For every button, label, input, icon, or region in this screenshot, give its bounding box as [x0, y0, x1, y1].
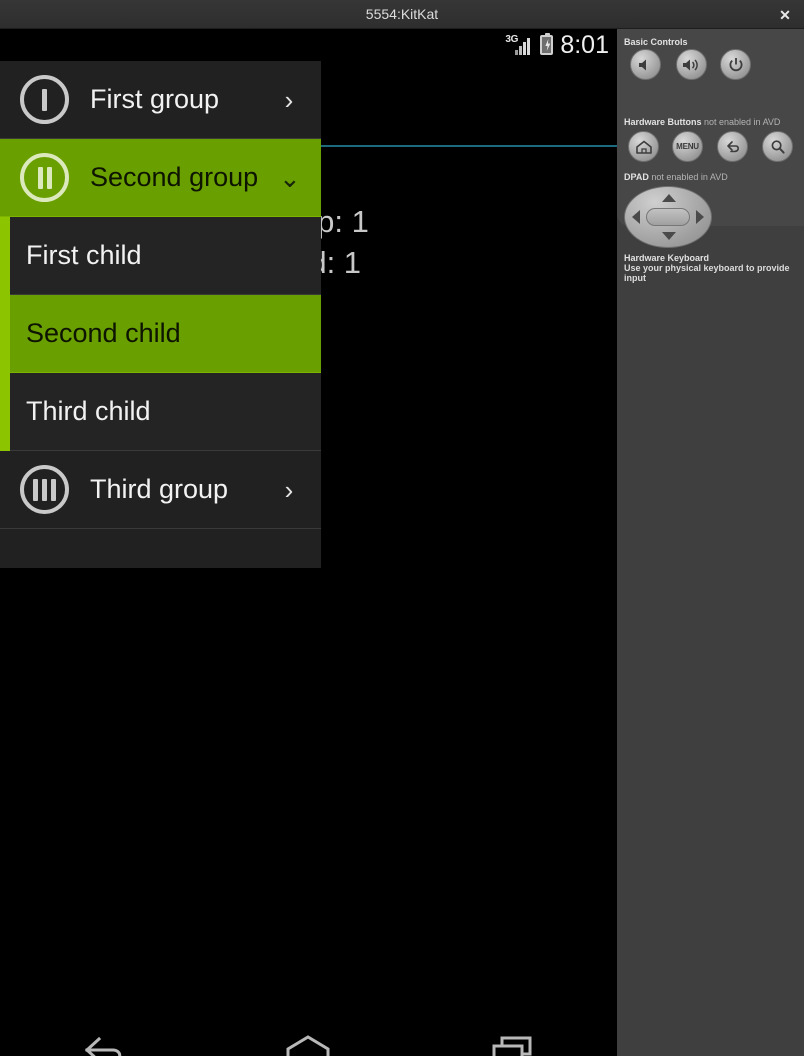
drawer-child-second[interactable]: Second child	[0, 294, 321, 373]
dpad-left-icon[interactable]	[632, 210, 640, 224]
power-icon	[729, 57, 742, 71]
drawer-group-label: Second group	[90, 162, 259, 192]
drawer-child-label: Second child	[26, 318, 181, 348]
battery-charging-icon	[540, 33, 554, 55]
drawer-group-first[interactable]: First group ›	[0, 61, 321, 139]
dpad-select-button[interactable]	[646, 208, 690, 226]
nav-home-button[interactable]	[258, 1021, 358, 1056]
device-screen: 3G 8:01 ‹ Group: 1 Child: 1	[0, 29, 617, 1056]
hw-home-button[interactable]	[628, 131, 659, 162]
panel-section-dpad: DPAD not enabled in AVD	[624, 172, 728, 182]
signal-icon: 3G	[505, 34, 533, 56]
menu-button-label: MENU	[676, 142, 699, 151]
chevron-right-icon: ›	[284, 84, 294, 115]
status-bar: 3G 8:01	[0, 29, 617, 61]
emulator-control-panel: Basic Controls Hardware Buttons not enab…	[617, 29, 804, 1056]
chevron-down-icon: ⌄	[279, 162, 301, 193]
volume-up-icon	[682, 58, 698, 71]
search-icon	[771, 139, 785, 154]
back-icon	[726, 140, 739, 152]
window-titlebar: 5554:KitKat ✕	[0, 0, 804, 29]
drawer-child-label: Third child	[26, 396, 151, 426]
signal-bars-icon	[515, 38, 532, 55]
drawer-group-label: Third group	[90, 474, 229, 504]
circle-one-bar-icon	[20, 75, 69, 124]
close-icon[interactable]: ✕	[776, 6, 794, 24]
circle-three-bar-icon	[20, 465, 69, 514]
child-accent-bar	[0, 294, 10, 373]
power-button[interactable]	[720, 49, 751, 80]
child-accent-bar	[0, 216, 10, 295]
panel-section-basic-controls: Basic Controls	[624, 37, 688, 47]
status-bar-right: 3G 8:01	[505, 29, 609, 61]
panel-section-hardware-buttons: Hardware Buttons not enabled in AVD	[624, 117, 781, 127]
child-accent-bar	[0, 372, 10, 451]
back-icon	[84, 1036, 122, 1056]
hardware-keyboard-title: Hardware Keyboard	[624, 253, 710, 263]
circle-two-bar-icon	[20, 153, 69, 202]
volume-down-button[interactable]	[630, 49, 661, 80]
dpad-up-icon[interactable]	[662, 194, 676, 202]
recents-icon	[492, 1036, 532, 1056]
hw-search-button[interactable]	[762, 131, 793, 162]
emulator-window: 5554:KitKat ✕ 3G 8:01 ‹ Group: 1	[0, 0, 804, 1056]
drawer-child-third[interactable]: Third child	[0, 372, 321, 451]
chevron-right-icon: ›	[284, 474, 294, 505]
volume-down-icon	[639, 59, 646, 70]
hardware-keyboard-subtitle: Use your physical keyboard to provide in…	[624, 263, 790, 283]
drawer-group-label: First group	[90, 84, 220, 114]
navigation-drawer: First group › Second group ⌄ First child…	[0, 61, 321, 568]
drawer-child-label: First child	[26, 240, 142, 270]
hw-back-button[interactable]	[717, 131, 748, 162]
drawer-group-third[interactable]: Third group ›	[0, 451, 321, 529]
window-title: 5554:KitKat	[365, 6, 439, 22]
dpad-right-icon[interactable]	[696, 210, 704, 224]
home-icon	[286, 1035, 330, 1056]
volume-up-button[interactable]	[676, 49, 707, 80]
home-icon	[635, 140, 652, 154]
drawer-group-second[interactable]: Second group ⌄	[0, 139, 321, 217]
menu-button[interactable]: MENU	[672, 131, 703, 162]
nav-recents-button[interactable]	[464, 1021, 564, 1056]
drawer-child-first[interactable]: First child	[0, 216, 321, 295]
nav-back-button[interactable]	[53, 1021, 153, 1056]
dpad-control[interactable]	[624, 186, 712, 248]
dpad-down-icon[interactable]	[662, 232, 676, 240]
status-clock: 8:01	[560, 30, 609, 59]
android-navigation-bar	[0, 1016, 617, 1056]
